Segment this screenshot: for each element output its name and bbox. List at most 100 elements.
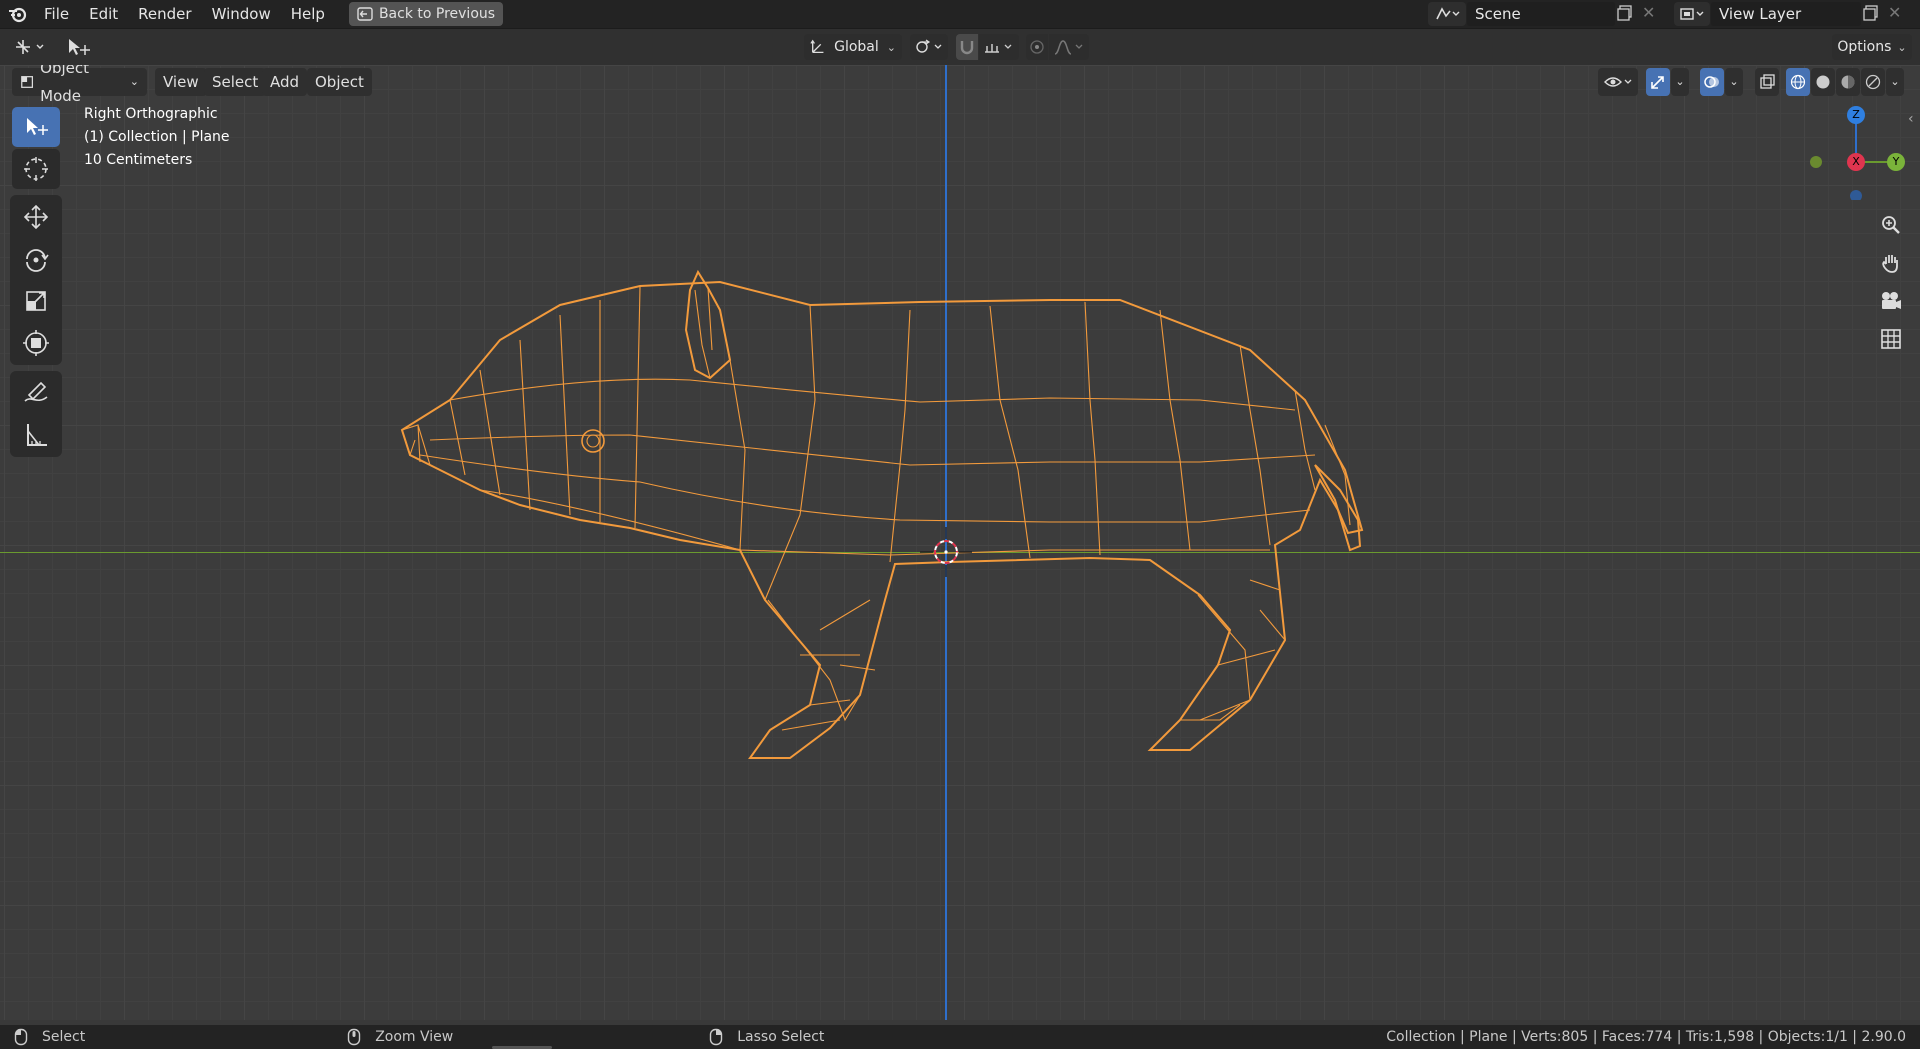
gizmo-icon xyxy=(1651,76,1664,89)
status-bar: Select Zoom View Lasso Select Collection… xyxy=(0,1025,1920,1049)
scene-name-field[interactable]: Scene xyxy=(1467,2,1615,26)
back-icon xyxy=(357,7,373,21)
view-menu[interactable]: View xyxy=(155,68,207,96)
collection-info: (1) Collection | Plane xyxy=(84,129,230,145)
add-menu-label: Add xyxy=(270,73,300,91)
xray-toggle[interactable] xyxy=(1755,68,1779,96)
wireframe-sphere-icon xyxy=(1790,74,1806,90)
chevron-down-icon: ⌄ xyxy=(1729,75,1739,88)
menu-edit[interactable]: Edit xyxy=(79,2,128,26)
options-label: Options xyxy=(1837,39,1892,55)
object-mode-icon xyxy=(21,76,34,88)
editor-type-icon[interactable] xyxy=(8,33,52,61)
top-menubar: File Edit Render Window Help Back to Pre… xyxy=(0,0,1920,28)
grid-ortho-icon[interactable] xyxy=(1877,325,1905,353)
chevron-down-icon: ⌄ xyxy=(1675,75,1685,88)
chevron-down-icon: ⌄ xyxy=(1897,40,1907,54)
material-sphere-icon xyxy=(1841,75,1855,89)
view-layer-selector-icon[interactable] xyxy=(1674,2,1710,26)
overlays-dropdown[interactable]: ⌄ xyxy=(1725,68,1743,96)
annotate-tool[interactable] xyxy=(12,373,60,413)
view-layer-name: View Layer xyxy=(1719,5,1802,23)
rotate-tool[interactable] xyxy=(12,239,60,279)
delete-scene-icon[interactable]: ✕ xyxy=(1642,4,1660,22)
overlays-toggle[interactable] xyxy=(1700,68,1724,96)
mouse-left-icon xyxy=(14,1028,28,1046)
delete-view-layer-icon[interactable]: ✕ xyxy=(1888,4,1906,22)
menu-render[interactable]: Render xyxy=(128,2,201,26)
new-scene-icon[interactable] xyxy=(1616,4,1636,24)
new-view-layer-icon[interactable] xyxy=(1862,4,1882,24)
visibility-dropdown[interactable] xyxy=(1598,68,1638,96)
select-box-tool[interactable] xyxy=(12,107,60,147)
shading-solid-button[interactable] xyxy=(1811,68,1835,96)
menu-file[interactable]: File xyxy=(34,2,79,26)
transform-orientation-dropdown[interactable]: Global ⌄ xyxy=(804,34,902,60)
measure-ruler-icon xyxy=(27,424,47,446)
object-menu[interactable]: Object xyxy=(307,68,372,96)
gizmo-x-handle[interactable]: X xyxy=(1847,153,1865,171)
chevron-down-icon: ⌄ xyxy=(129,75,139,88)
menu-help[interactable]: Help xyxy=(281,2,335,26)
grid-scale: 10 Centimeters xyxy=(84,152,193,168)
select-menu[interactable]: Select xyxy=(204,68,267,96)
snap-toggle[interactable] xyxy=(956,34,978,60)
cursor-tool[interactable] xyxy=(12,149,60,189)
annotate-pencil-icon xyxy=(24,381,48,402)
chevron-down-icon: ⌄ xyxy=(886,40,896,54)
status-stats: Collection | Plane | Verts:805 | Faces:7… xyxy=(1386,1029,1906,1045)
falloff-dropdown[interactable] xyxy=(1049,34,1089,60)
measure-tool[interactable] xyxy=(12,415,60,455)
shading-material-button[interactable] xyxy=(1836,68,1860,96)
menu-window[interactable]: Window xyxy=(202,2,281,26)
add-menu[interactable]: Add xyxy=(262,68,308,96)
view-layer-name-field[interactable]: View Layer xyxy=(1711,2,1861,26)
snap-increment-icon xyxy=(985,44,1012,53)
3d-cursor-icon xyxy=(24,157,48,181)
move-arrows-icon xyxy=(23,204,49,230)
xray-icon xyxy=(1760,74,1775,89)
mouse-right-icon xyxy=(710,1028,723,1046)
transform-tool[interactable] xyxy=(12,323,60,363)
blender-logo-icon[interactable] xyxy=(0,0,34,28)
active-tool-icon[interactable] xyxy=(62,33,94,61)
shading-rendered-button[interactable] xyxy=(1861,68,1885,96)
scale-tool[interactable] xyxy=(12,281,60,321)
gizmo-z-handle[interactable]: Z xyxy=(1847,106,1865,124)
status-zoom: Zoom View xyxy=(375,1029,454,1045)
move-tool[interactable] xyxy=(12,197,60,237)
proportional-editing-toggle[interactable] xyxy=(1026,34,1048,60)
overlays-icon xyxy=(1704,76,1719,88)
hand-pan-icon[interactable] xyxy=(1877,249,1905,277)
zoom-icon[interactable] xyxy=(1877,211,1905,239)
back-to-previous-label: Back to Previous xyxy=(378,6,496,22)
proportional-editing-icon xyxy=(1030,40,1044,54)
gizmo-y-handle[interactable]: Y xyxy=(1887,153,1905,171)
gizmo-toggle[interactable] xyxy=(1646,68,1670,96)
magnet-icon xyxy=(960,41,974,55)
gizmo-dropdown[interactable]: ⌄ xyxy=(1671,68,1689,96)
rotate-icon xyxy=(26,249,49,272)
options-dropdown[interactable]: Options ⌄ xyxy=(1832,34,1912,60)
rendered-sphere-icon xyxy=(1865,74,1881,90)
camera-icon[interactable] xyxy=(1877,287,1905,315)
shading-dropdown[interactable]: ⌄ xyxy=(1886,68,1904,96)
boar-wireframe-mesh[interactable] xyxy=(390,250,1490,770)
status-select: Select xyxy=(42,1029,86,1045)
sidebar-toggle-icon[interactable]: ‹ xyxy=(1908,111,1914,127)
orientation-axes-icon xyxy=(810,39,824,54)
scene-selector-icon[interactable] xyxy=(1428,2,1466,26)
shading-wireframe-button[interactable] xyxy=(1786,68,1810,96)
scale-icon xyxy=(26,291,46,311)
3d-viewport[interactable]: Object Mode ⌄ View Select Add Object ⌄ ⌄… xyxy=(0,65,1920,1020)
viewport-info: Right Orthographic (1) Collection | Plan… xyxy=(84,103,230,172)
status-lasso: Lasso Select xyxy=(737,1029,825,1045)
pivot-point-dropdown[interactable] xyxy=(910,34,948,60)
solid-sphere-icon xyxy=(1816,75,1830,89)
tool-settings-bar: Global ⌄ Options ⌄ xyxy=(0,28,1920,66)
select-menu-label: Select xyxy=(212,73,259,91)
back-to-previous-button[interactable]: Back to Previous xyxy=(348,2,504,26)
snap-target-dropdown[interactable] xyxy=(979,34,1019,60)
transform-icon xyxy=(23,330,49,356)
object-mode-dropdown[interactable]: Object Mode ⌄ xyxy=(12,65,147,105)
